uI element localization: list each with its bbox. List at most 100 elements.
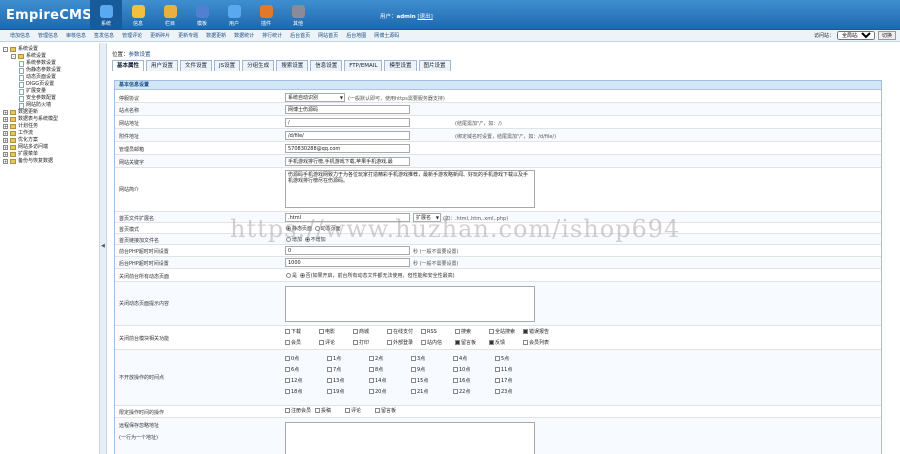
checkbox[interactable] — [315, 408, 320, 413]
checkbox[interactable] — [353, 329, 358, 334]
module-checkbox-item[interactable]: 评论 — [319, 338, 353, 349]
hour-checkbox-item[interactable]: 17点 — [495, 376, 537, 387]
quick-menu-item[interactable]: 更新专题 — [178, 32, 198, 39]
tree-toggle-icon[interactable]: + — [3, 138, 8, 143]
checkbox[interactable] — [411, 356, 416, 361]
remote-ignore-textarea[interactable] — [285, 422, 535, 454]
checkbox[interactable] — [495, 389, 500, 394]
tree-node[interactable]: + 扩展菜单 — [3, 151, 96, 158]
hour-checkbox-item[interactable]: 18点 — [285, 387, 327, 398]
op-checkbox-item[interactable]: 注册会员 — [285, 406, 315, 417]
quick-menu-item[interactable]: 网站首页 — [318, 32, 338, 39]
checkbox[interactable] — [411, 378, 416, 383]
tree-node[interactable]: + 数据表与系统模型 — [3, 116, 96, 123]
close-dynamic-yes-radio[interactable] — [286, 273, 291, 278]
quick-menu-item[interactable]: 排行统计 — [262, 32, 282, 39]
logout-link[interactable]: [退出] — [417, 14, 432, 20]
collapse-arrow-icon[interactable]: ◀ — [101, 243, 105, 249]
tree-node[interactable]: - 系统设置 — [3, 46, 96, 53]
checkbox[interactable] — [375, 408, 380, 413]
checkbox[interactable] — [285, 356, 290, 361]
hour-checkbox-item[interactable]: 10点 — [453, 365, 495, 376]
tree-node[interactable]: + 计划任务 — [3, 123, 96, 130]
checkbox[interactable] — [319, 340, 324, 345]
tree-node[interactable]: 网站防火墙 — [3, 102, 96, 109]
checkbox[interactable] — [369, 367, 374, 372]
protocol-select[interactable]: 系统自动识别 — [285, 93, 345, 102]
module-checkbox-item[interactable]: 在线支付 — [387, 327, 421, 338]
site-select[interactable]: 全局站点 — [836, 31, 875, 40]
hour-checkbox-item[interactable]: 1点 — [327, 354, 369, 365]
checkbox[interactable] — [453, 356, 458, 361]
checkbox[interactable] — [319, 329, 324, 334]
tree-toggle-icon[interactable]: + — [3, 124, 8, 129]
tree-toggle-icon[interactable]: + — [3, 145, 8, 150]
checkbox[interactable] — [369, 378, 374, 383]
quick-menu-item[interactable]: 增加信息 — [10, 32, 30, 39]
tree-node[interactable]: + 优化方案 — [3, 137, 96, 144]
checkbox[interactable] — [327, 389, 332, 394]
checkbox[interactable] — [345, 408, 350, 413]
checkbox[interactable] — [285, 367, 290, 372]
hour-checkbox-item[interactable]: 9点 — [411, 365, 453, 376]
checkbox[interactable] — [327, 356, 332, 361]
module-checkbox-item[interactable]: 会员列表 — [523, 338, 557, 349]
hour-checkbox-item[interactable]: 5点 — [495, 354, 537, 365]
op-checkbox-item[interactable]: 评论 — [345, 406, 375, 417]
module-checkbox-item[interactable]: 全站搜索 — [489, 327, 523, 338]
main-nav-6[interactable]: 其他 — [282, 0, 314, 30]
keywords-input[interactable]: 手机游戏排行榜,手机游戏下载,苹果手机游戏,最 — [285, 157, 410, 166]
hour-checkbox-item[interactable]: 4点 — [453, 354, 495, 365]
hour-checkbox-item[interactable]: 6点 — [285, 365, 327, 376]
quick-menu-item[interactable]: 签发信息 — [94, 32, 114, 39]
checkbox[interactable] — [489, 329, 494, 334]
hour-checkbox-item[interactable]: 20点 — [369, 387, 411, 398]
checkbox[interactable] — [411, 367, 416, 372]
checkbox[interactable] — [285, 378, 290, 383]
hour-checkbox-item[interactable]: 11点 — [495, 365, 537, 376]
main-nav-5[interactable]: 插件 — [250, 0, 282, 30]
breadcrumb-link[interactable]: 参数设置 — [129, 52, 151, 58]
checkbox[interactable] — [495, 356, 500, 361]
tree-toggle-icon[interactable]: + — [3, 131, 8, 136]
tree-node[interactable]: + 工作流 — [3, 130, 96, 137]
quick-menu-item[interactable]: 后台首页 — [290, 32, 310, 39]
checkbox[interactable] — [285, 408, 290, 413]
main-nav-4[interactable]: 用户 — [218, 0, 250, 30]
module-checkbox-item[interactable]: 下载 — [285, 327, 319, 338]
checkbox[interactable] — [455, 340, 460, 345]
checkbox[interactable] — [495, 367, 500, 372]
tab-2[interactable]: 文件设置 — [180, 60, 213, 71]
quick-menu-item[interactable]: 后台地图 — [346, 32, 366, 39]
checkbox[interactable] — [387, 340, 392, 345]
hour-checkbox-item[interactable]: 2点 — [369, 354, 411, 365]
tree-toggle-icon[interactable]: + — [3, 159, 8, 164]
description-textarea[interactable]: 伤源码手机游戏网致力于为各位玩家打造精彩手机游戏推荐，最新手游攻略新闻、好玩的手… — [285, 170, 535, 208]
module-checkbox-item[interactable]: 搜索 — [455, 327, 489, 338]
tree-node[interactable]: 扩展变量 — [3, 88, 96, 95]
tab-0[interactable]: 基本属性 — [112, 60, 145, 71]
module-checkbox-item[interactable]: 打印 — [353, 338, 387, 349]
close-msg-textarea[interactable] — [285, 286, 535, 322]
tree-node[interactable]: + 网站多访问端 — [3, 144, 96, 151]
checkbox[interactable] — [455, 329, 460, 334]
switch-button[interactable]: 切换 — [877, 31, 896, 40]
site-url-input[interactable]: / — [285, 118, 410, 127]
tab-8[interactable]: 模型设置 — [384, 60, 417, 71]
module-checkbox-item[interactable]: 错误报告 — [523, 327, 557, 338]
checkbox[interactable] — [453, 367, 458, 372]
hour-checkbox-item[interactable]: 12点 — [285, 376, 327, 387]
hour-checkbox-item[interactable]: 15点 — [411, 376, 453, 387]
tab-7[interactable]: FTP/EMAIL — [344, 60, 383, 71]
tree-node[interactable]: 伪静态参数设置 — [3, 67, 96, 74]
quick-menu-item[interactable]: 管理评论 — [122, 32, 142, 39]
hour-checkbox-item[interactable]: 19点 — [327, 387, 369, 398]
module-checkbox-item[interactable]: 反馈 — [489, 338, 523, 349]
tab-3[interactable]: JS设置 — [214, 60, 241, 71]
checkbox[interactable] — [523, 329, 528, 334]
checkbox[interactable] — [421, 329, 426, 334]
tree-toggle-icon[interactable]: - — [3, 47, 8, 52]
checkbox[interactable] — [453, 378, 458, 383]
checkbox[interactable] — [453, 389, 458, 394]
hour-checkbox-item[interactable]: 0点 — [285, 354, 327, 365]
